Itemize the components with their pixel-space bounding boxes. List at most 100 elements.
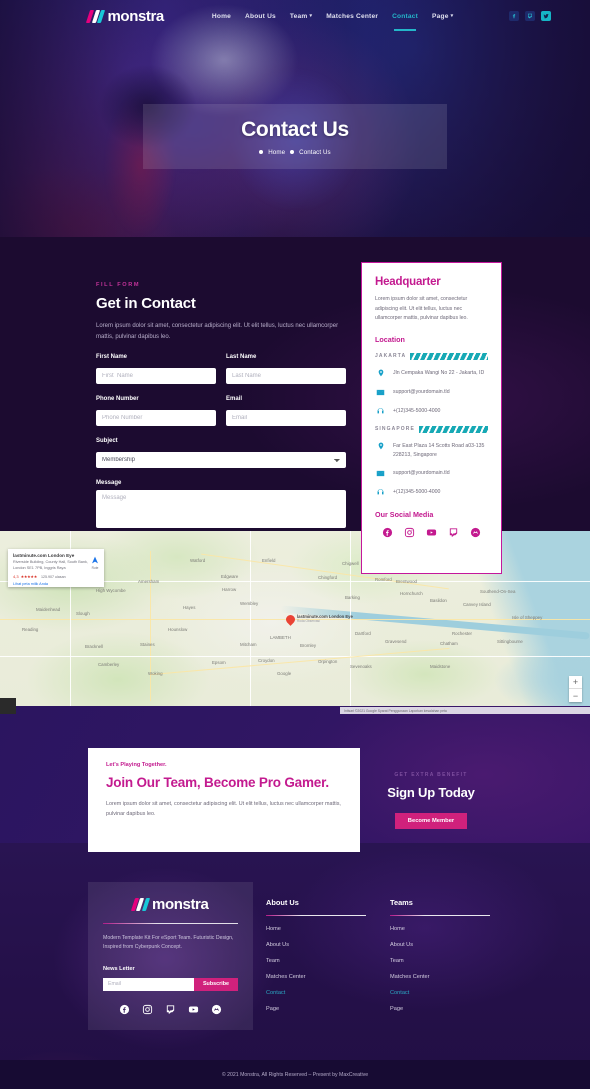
become-member-button[interactable]: Become Member [394,812,468,829]
phone-input[interactable] [96,410,216,426]
map-road [150,551,152,701]
map-label: Canvey Island [463,602,491,607]
first-name-input[interactable] [96,368,216,384]
map-label: Sevenoaks [350,664,372,669]
copyright-text: © 2021 Monstra, All Rights Reserved – Pr… [221,1071,369,1078]
instagram-icon[interactable] [404,527,415,538]
facebook-icon[interactable] [119,1004,130,1015]
office-city-singapore: SINGAPORE [375,425,488,433]
footer-link-team[interactable]: Team [390,958,490,964]
footer-social-links [103,1004,238,1015]
stripe-divider [410,352,488,360]
cta-title: Join Our Team, Become Pro Gamer. [106,775,329,790]
hero-section: monstra Home About Us Team ▾ Matches Cent… [0,0,590,237]
footer-logo-text: monstra [152,896,209,913]
office-email-row: support@yourdomain.tld [375,468,488,479]
breadcrumb-item-contact-us[interactable]: Contact Us [299,149,331,156]
subject-select[interactable]: Membership [96,452,346,468]
map-route-button[interactable]: Rute [91,556,99,570]
map-place-card[interactable]: lastminute.com London Eye Riverside Buil… [8,549,104,587]
instagram-icon[interactable] [142,1004,153,1015]
map-street-view-thumbnail[interactable] [0,698,16,714]
first-name-label: First Name [96,354,128,360]
contact-description: Lorem ipsum dolor sit amet, consectetur … [96,323,339,340]
message-textarea[interactable] [96,490,346,528]
footer-link-home[interactable]: Home [266,926,366,932]
navbar-social-links [509,11,552,21]
footer-link-contact[interactable]: Contact [390,990,490,996]
subject-group: Subject Membership [96,438,346,468]
site-logo[interactable]: monstra [85,8,164,25]
breadcrumb-item-home[interactable]: Home [268,149,285,156]
email-input[interactable] [226,410,346,426]
breadcrumb: Home Contact Us [259,149,331,156]
zoom-out-button[interactable]: − [569,689,582,702]
footer-link-contact[interactable]: Contact [266,990,366,996]
nav-item-contact[interactable]: Contact [392,12,419,31]
name-row: First Name Last Name [96,354,346,384]
map-attribution: Intisari ©2021 Google Syarat Penggunaan … [340,707,590,714]
map-label: Hayes [183,605,196,610]
newsletter-form: Subscribe [103,977,238,991]
footer-link-about-us[interactable]: About Us [266,942,366,948]
facebook-icon[interactable] [509,11,520,21]
footer-link-about-us[interactable]: About Us [390,942,490,948]
nav-item-page[interactable]: Page ▾ [432,13,453,20]
youtube-icon[interactable] [426,527,437,538]
footer-link-matches-center[interactable]: Matches Center [266,974,366,980]
office-email[interactable]: support@yourdomain.tld [393,468,450,478]
map-label: Edgware [221,574,239,579]
logo-slash-icon [85,9,106,23]
footer-logo[interactable]: monstra [103,896,238,913]
newsletter-title: News Letter [103,965,135,972]
nav-item-home-label: Home [211,12,232,20]
twitch-icon[interactable] [448,527,459,538]
map-label: Epsom [212,660,226,665]
office-phone[interactable]: +(12)345-5000-4000 [393,406,440,416]
office-phone[interactable]: +(12)345-5000-4000 [393,487,440,497]
nav-item-about-us[interactable]: About Us [245,13,276,20]
office-city-name: SINGAPORE [375,426,415,433]
twitch-icon[interactable] [525,11,536,21]
subject-row: Subject Membership [96,438,346,468]
nav-item-team-label: Team [289,12,308,20]
map-place-link[interactable]: Lihat peta milik Anda [13,582,99,586]
signup-eyebrow: GET EXTRA BENEFIT [394,771,468,778]
footer-link-page[interactable]: Page [266,1006,366,1012]
office-city-name: JAKARTA [375,353,407,360]
nav-item-team[interactable]: Team ▾ [290,13,312,20]
map-place-title: lastminute.com London Eye [13,553,75,558]
rating-score: 4,3 [13,574,19,580]
footer-link-team[interactable]: Team [266,958,366,964]
youtube-icon[interactable] [188,1004,199,1015]
subscribe-button[interactable]: Subscribe [194,977,238,991]
contact-row: Phone Number Email [96,396,346,426]
zoom-in-button[interactable]: + [569,676,582,689]
discord-icon[interactable] [211,1004,222,1015]
nav-item-page-label: Page [432,12,449,20]
headquarter-description: Lorem ipsum dolor sit amet, consectetur … [375,296,468,322]
newsletter-email-input[interactable] [103,977,194,991]
map-label: Wembley [240,601,259,606]
office-email[interactable]: support@yourdomain.tld [393,387,450,397]
footer-link-matches-center[interactable]: Matches Center [390,974,490,980]
twitch-icon[interactable] [165,1004,176,1015]
nav-item-home[interactable]: Home [212,13,231,20]
map-marker[interactable]: lastminute.com London Eye Roda Observasi [284,613,353,627]
footer-link-page[interactable]: Page [390,1006,490,1012]
facebook-icon[interactable] [382,527,393,538]
last-name-input[interactable] [226,368,346,384]
discord-icon[interactable] [470,527,481,538]
message-label: Message [96,480,122,486]
office-phone-row: +(12)345-5000-4000 [375,406,488,417]
office-email-row: support@yourdomain.tld [375,387,488,398]
breadcrumb-dot-icon [259,150,264,154]
copyright-bar: © 2021 Monstra, All Rights Reserved – Pr… [0,1060,590,1089]
mail-icon [375,387,386,398]
twitter-icon[interactable] [541,11,552,21]
nav-item-matches-center[interactable]: Matches Center [326,13,378,20]
nav-item-about-us-label: About Us [245,12,276,20]
nav-item-contact-label: Contact [392,12,419,20]
footer-link-home[interactable]: Home [390,926,490,932]
map-label: Google [277,671,292,676]
